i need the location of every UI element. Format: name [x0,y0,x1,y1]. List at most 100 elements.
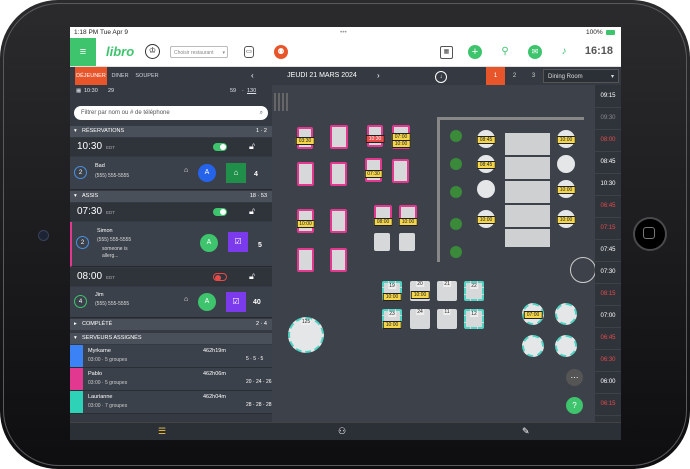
round-table[interactable] [477,180,495,198]
tab-diner[interactable]: DINER [109,67,131,85]
search-input[interactable]: Filtrer par nom ou # de téléphone ⌕ [74,106,268,120]
table-chip[interactable]: ☑ [228,232,248,252]
floor-plan[interactable]: 03:30 10:30 07:00 10:00 07:30 10:00 08:00… [272,85,596,422]
floor-table[interactable]: 19 10:00 [382,281,402,301]
chevron-down-icon: ▾ [74,128,77,134]
chevron-down-icon: ▾ [222,50,225,56]
search-icon: ⌕ [259,110,263,116]
phone-icon[interactable]: ▭ [244,46,254,58]
time-slot-0730: 07:30 EDT 🔓︎ [70,203,272,221]
stats-capacity: 130 [247,88,257,94]
server-row[interactable]: Myrkarne 03:00 · 5 groupes 462h19m 5 · 5… [70,345,272,368]
tag-icon[interactable]: ⌂ [184,296,188,303]
avatar[interactable]: A [198,164,216,182]
floor-table[interactable]: 12 [464,309,484,329]
unlock-icon[interactable]: 🔓︎ [249,206,255,217]
servers-header[interactable]: ▾ SERVEURS ASSIGNÉS [70,333,272,344]
round-table[interactable]: 10:00 [556,180,576,198]
menu-icon[interactable]: ≡ [70,38,96,66]
server-color [70,368,83,390]
floor-table[interactable]: 07:30 [364,158,383,182]
server-row[interactable]: Laurianne 03:00 · 7 groupes 462h04m 28 ·… [70,391,272,414]
seated-header[interactable]: ▾ ASSIS 18 · 53 [70,191,272,202]
seated-card[interactable]: 2 Simon (555) 555-5555 someone is allerg… [70,222,274,267]
reservations-header[interactable]: ▾ RÉSERVATIONS 1 · 2 [70,126,272,137]
floor-table[interactable]: 07:00 10:00 [391,125,411,149]
floor-table[interactable]: 21 [437,281,457,301]
table-chip[interactable]: ☑ [226,292,246,312]
edit-icon[interactable]: ✎ [522,426,530,437]
slot-toggle[interactable] [213,273,227,281]
room-label: Dining Room [548,74,583,80]
time-slot-1030: 10:30 EDT 🔓︎ [70,138,272,156]
download-icon[interactable]: ↓ [435,71,447,83]
slot-toggle[interactable] [213,208,227,216]
large-round-table[interactable]: 125 [288,317,324,353]
floor-table[interactable] [399,233,415,251]
floor-table[interactable] [330,162,347,186]
floor-table[interactable]: 20 10:00 [410,281,430,301]
timeline-column: 09:15 09:30 08:00 08:45 10:30 06:45 07:1… [595,85,621,422]
floor-table[interactable] [297,248,314,272]
orange-action-icon[interactable]: ⚉ [274,45,288,59]
tag-icon[interactable]: ⌂ [184,167,188,174]
wall [437,117,440,262]
round-table[interactable]: 10:00 [476,210,496,228]
page-3-button[interactable]: 3 [524,67,543,85]
floor-table[interactable]: 10:00 [296,209,315,233]
next-day-icon[interactable]: › [377,67,380,85]
floor-table[interactable]: 10:30 [365,125,385,147]
door [570,257,596,283]
floor-table[interactable] [330,209,347,233]
floor-table[interactable] [374,233,390,251]
round-table[interactable]: 07:00 [522,303,544,325]
floor-table[interactable] [297,162,314,186]
floor-table[interactable]: 08:00 [373,205,393,226]
floor-table[interactable] [330,248,347,272]
round-table[interactable]: 10:00 [556,210,576,228]
floor-table[interactable] [330,125,348,149]
page-1-button[interactable]: 1 [486,67,505,85]
round-table[interactable] [522,335,544,357]
unlock-icon[interactable]: 🔓︎ [249,141,255,152]
qr-code-icon[interactable]: ▦ [440,46,453,59]
round-table[interactable] [555,335,577,357]
avatar[interactable]: A [200,234,218,252]
restaurant-select[interactable]: Choisir restaurant ▾ [170,46,228,58]
round-table[interactable]: 08:45 [476,155,496,173]
reservation-card[interactable]: 2 Bad (555) 555-5555 ⌂ A ⌂ 4 [70,157,272,190]
floor-table[interactable]: 10:00 [398,205,418,226]
round-table[interactable]: 10:00 [556,130,576,148]
floor-table[interactable]: 24 [410,309,430,329]
server-row[interactable]: Pablo 03:00 · 5 groupes 462h06m 20 · 24 … [70,368,272,391]
slot-toggle[interactable] [213,143,227,151]
tab-dejeuner[interactable]: DÉJEUNER [75,67,107,85]
room-select[interactable]: Dining Room ▾ [543,69,619,83]
bell-icon[interactable]: ♪ [557,45,571,59]
floor-table[interactable] [392,159,409,183]
help-icon[interactable]: ? [566,397,583,414]
table-chip[interactable]: ⌂ [226,163,246,183]
walk-in-icon[interactable]: ⚲ [498,45,512,59]
floor-table[interactable]: 23 10:00 [382,309,402,329]
round-table[interactable] [557,155,575,173]
search-placeholder: Filtrer par nom ou # de téléphone [81,110,170,116]
floor-table[interactable]: 22 [464,281,484,301]
round-table[interactable] [555,303,577,325]
more-icon[interactable]: ⋯ [566,369,583,386]
avatar[interactable]: A [198,293,216,311]
stats-covers: 59 [230,88,237,94]
add-icon[interactable]: + [468,45,482,59]
floor-table[interactable]: 03:30 [295,127,315,149]
completed-header[interactable]: ▸ COMPLÉTÉ 2 · 4 [70,319,272,330]
floor-table[interactable]: 11 [437,309,457,329]
round-table[interactable]: 08:45 [476,130,496,148]
unlock-icon[interactable]: 🔓︎ [249,271,255,282]
seated-card[interactable]: 4 Jim (555) 555-5555 ⌂ A ☑ 40 [70,287,272,318]
chef-hat-icon[interactable]: ♔ [145,44,160,59]
list-icon[interactable]: ☰ [158,426,166,437]
group-icon[interactable]: ⚇ [338,426,346,437]
page-2-button[interactable]: 2 [505,67,524,85]
chat-icon[interactable]: ✉ [528,45,542,59]
tab-souper[interactable]: SOUPER [133,67,161,85]
